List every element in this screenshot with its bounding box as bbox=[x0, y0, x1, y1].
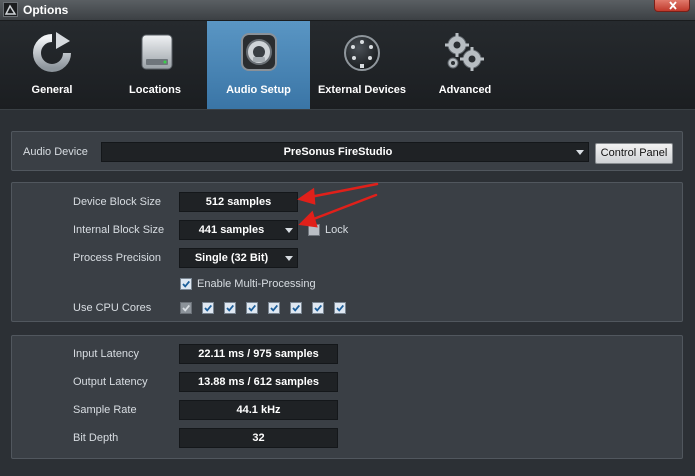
cpu-core-checkbox[interactable] bbox=[312, 302, 324, 314]
lock-checkbox[interactable] bbox=[308, 224, 320, 236]
cpu-core-checkbox[interactable] bbox=[290, 302, 302, 314]
tab-label: Audio Setup bbox=[226, 84, 291, 96]
device-block-size-field: 512 samples bbox=[179, 192, 298, 212]
audio-device-label: Audio Device bbox=[23, 146, 88, 158]
cpu-core-checkbox[interactable] bbox=[246, 302, 258, 314]
checkmark-icon bbox=[292, 304, 300, 312]
cpu-cores-label: Use CPU Cores bbox=[73, 302, 152, 314]
tab-external-devices[interactable]: External Devices bbox=[310, 21, 414, 109]
tab-label: External Devices bbox=[317, 84, 407, 96]
process-precision-select[interactable]: Single (32 Bit) bbox=[179, 248, 298, 268]
tab-audio-setup[interactable]: Audio Setup bbox=[207, 21, 310, 109]
tab-locations[interactable]: Locations bbox=[104, 21, 206, 109]
chevron-down-icon bbox=[285, 228, 293, 233]
output-latency-value: 13.88 ms / 612 samples bbox=[179, 372, 338, 392]
checkmark-icon bbox=[336, 304, 344, 312]
sample-rate-label: Sample Rate bbox=[73, 404, 137, 416]
multi-processing-label: Enable Multi-Processing bbox=[197, 278, 316, 290]
checkmark-icon bbox=[226, 304, 234, 312]
control-panel-button[interactable]: Control Panel bbox=[595, 143, 673, 164]
internal-block-size-label: Internal Block Size bbox=[73, 224, 165, 236]
internal-block-size-select[interactable]: 441 samples bbox=[179, 220, 298, 240]
tab-label: Locations bbox=[129, 84, 181, 96]
audio-device-value: PreSonus FireStudio bbox=[283, 146, 393, 158]
bit-depth-label: Bit Depth bbox=[73, 432, 119, 444]
title-bar: Options bbox=[0, 0, 695, 21]
checkmark-icon bbox=[270, 304, 278, 312]
audio-setup-page: Audio Device PreSonus FireStudio Control… bbox=[0, 110, 695, 476]
multi-processing-checkbox[interactable] bbox=[180, 278, 192, 290]
internal-block-size-value: 441 samples bbox=[198, 224, 265, 236]
process-precision-label: Process Precision bbox=[73, 252, 162, 264]
lock-label: Lock bbox=[325, 224, 349, 236]
cpu-core-checkbox bbox=[180, 302, 192, 314]
hard-drive-icon bbox=[135, 31, 179, 75]
input-latency-label: Input Latency bbox=[73, 348, 140, 360]
sample-rate-value: 44.1 kHz bbox=[179, 400, 338, 420]
refresh-icon bbox=[30, 31, 74, 75]
close-icon bbox=[669, 1, 677, 10]
midi-connector-icon bbox=[340, 31, 384, 75]
input-latency-value: 22.11 ms / 975 samples bbox=[179, 344, 338, 364]
audio-device-select[interactable]: PreSonus FireStudio bbox=[101, 142, 589, 162]
tab-label: Advanced bbox=[438, 84, 492, 96]
process-precision-value: Single (32 Bit) bbox=[194, 252, 269, 264]
device-block-size-label: Device Block Size bbox=[73, 196, 162, 208]
cpu-core-checkbox[interactable] bbox=[334, 302, 346, 314]
tab-label: General bbox=[31, 84, 73, 96]
audio-device-panel: Audio Device PreSonus FireStudio Control… bbox=[11, 131, 683, 171]
bit-depth-value: 32 bbox=[179, 428, 338, 448]
cpu-core-checkbox[interactable] bbox=[202, 302, 214, 314]
cpu-core-checkbox[interactable] bbox=[224, 302, 236, 314]
latency-info-panel: Input Latency 22.11 ms / 975 samples Out… bbox=[11, 335, 683, 459]
chevron-down-icon bbox=[576, 150, 584, 155]
checkmark-icon bbox=[248, 304, 256, 312]
checkmark-icon bbox=[314, 304, 322, 312]
app-logo-icon bbox=[3, 2, 18, 17]
tab-general[interactable]: General bbox=[0, 21, 104, 109]
window-title: Options bbox=[23, 3, 69, 17]
tab-advanced[interactable]: Advanced bbox=[414, 21, 516, 109]
cpu-core-checkbox[interactable] bbox=[268, 302, 280, 314]
processing-panel: Device Block Size 512 samples Internal B… bbox=[11, 182, 683, 322]
gears-icon bbox=[441, 31, 485, 75]
checkmark-icon bbox=[204, 304, 212, 312]
speaker-icon bbox=[237, 31, 281, 75]
close-button[interactable] bbox=[654, 0, 690, 12]
chevron-down-icon bbox=[285, 256, 293, 261]
checkmark-icon bbox=[182, 304, 190, 312]
output-latency-label: Output Latency bbox=[73, 376, 148, 388]
checkmark-icon bbox=[182, 280, 190, 288]
options-toolbar: General Locations Audio Setup External D… bbox=[0, 21, 695, 110]
